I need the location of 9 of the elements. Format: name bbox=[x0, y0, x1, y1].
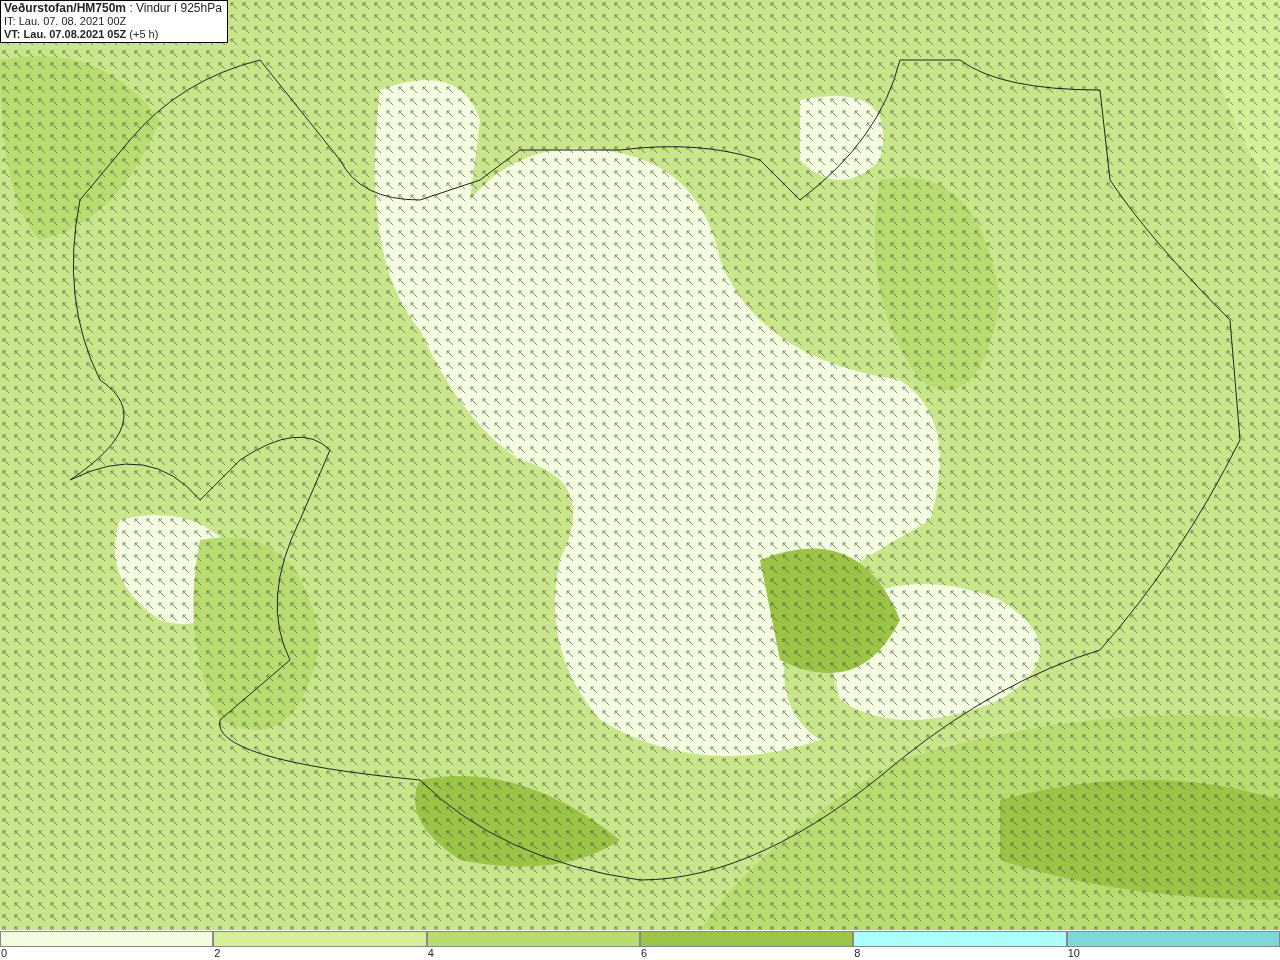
map-title: Veðurstofan/HM750m : Vindur í 925hPa bbox=[4, 2, 223, 15]
time-label: IT: Lau. 07. 08. 2021 00Z bbox=[4, 15, 128, 28]
time-label: VT: Lau. 07.08.2021 05Z (+5 h) bbox=[4, 28, 160, 41]
legend-tick-label: 2 bbox=[214, 947, 221, 959]
legend-tick-label: 0 bbox=[1, 947, 8, 959]
legend-tick-label: 10 bbox=[1067, 947, 1080, 959]
legend-tick-label: 8 bbox=[854, 947, 861, 959]
legend-tick-label: 4 bbox=[427, 947, 434, 959]
legend-tick-label: 6 bbox=[641, 947, 648, 959]
